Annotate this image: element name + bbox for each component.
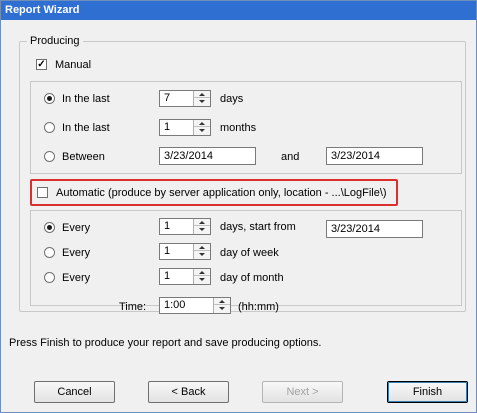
manual-months-unit: months — [220, 122, 257, 134]
between-and-label: and — [281, 151, 300, 163]
auto-every-week-radio[interactable] — [44, 247, 55, 258]
manual-days-value: 7 — [164, 92, 171, 104]
manual-months-value: 1 — [164, 121, 171, 133]
auto-month-spinner[interactable]: 1 — [159, 268, 211, 285]
spin-down-icon[interactable] — [194, 98, 210, 105]
auto-every-week-label: Every — [62, 247, 91, 259]
spin-down-icon[interactable] — [194, 251, 210, 258]
spin-up-icon[interactable] — [194, 244, 210, 251]
auto-days-spinner[interactable]: 1 — [159, 218, 211, 235]
automatic-checkbox[interactable] — [37, 187, 48, 198]
between-from-date-input[interactable]: 3/23/2014 — [159, 147, 256, 165]
manual-days-spinner[interactable]: 7 — [159, 90, 211, 107]
automatic-label: Automatic (produce by server application… — [56, 187, 387, 199]
time-spinner[interactable]: 1:00 — [159, 297, 231, 314]
manual-last-days-radio[interactable] — [44, 93, 55, 104]
spin-up-icon[interactable] — [194, 91, 210, 98]
auto-days-unit: days, start from — [220, 221, 296, 233]
auto-every-days-radio[interactable] — [44, 222, 55, 233]
spin-down-icon[interactable] — [194, 226, 210, 233]
manual-between-radio[interactable] — [44, 151, 55, 162]
auto-every-days-label: Every — [62, 222, 91, 234]
spin-up-icon[interactable] — [194, 120, 210, 127]
producing-legend: Producing — [27, 33, 83, 49]
finish-hint-text: Press Finish to produce your report and … — [9, 337, 322, 349]
cancel-button[interactable]: Cancel — [34, 381, 115, 403]
auto-week-spinner[interactable]: 1 — [159, 243, 211, 260]
auto-days-value: 1 — [164, 220, 171, 232]
time-value: 1:00 — [164, 299, 186, 311]
between-to-date-input[interactable]: 3/23/2014 — [326, 147, 423, 165]
auto-month-value: 1 — [164, 270, 171, 282]
spin-down-icon[interactable] — [214, 305, 230, 312]
time-format: (hh:mm) — [238, 301, 279, 313]
manual-last-days-label: In the last — [62, 93, 110, 105]
auto-every-month-radio[interactable] — [44, 272, 55, 283]
back-button[interactable]: < Back — [148, 381, 229, 403]
report-wizard-window: Report Wizard Producing ✓ Manual In the … — [0, 0, 477, 413]
manual-label: Manual — [55, 59, 92, 71]
time-label: Time: — [119, 301, 147, 313]
finish-button[interactable]: Finish — [387, 381, 468, 403]
auto-week-unit: day of week — [220, 247, 279, 259]
spin-up-icon[interactable] — [194, 219, 210, 226]
manual-days-unit: days — [220, 93, 244, 105]
manual-last-months-label: In the last — [62, 122, 110, 134]
auto-month-unit: day of month — [220, 272, 284, 284]
next-button[interactable]: Next > — [262, 381, 343, 403]
manual-checkbox[interactable]: ✓ — [36, 59, 47, 70]
manual-months-spinner[interactable]: 1 — [159, 119, 211, 136]
auto-every-month-label: Every — [62, 272, 91, 284]
spin-up-icon[interactable] — [194, 269, 210, 276]
manual-last-months-radio[interactable] — [44, 122, 55, 133]
auto-week-value: 1 — [164, 245, 171, 257]
spin-down-icon[interactable] — [194, 127, 210, 134]
spin-down-icon[interactable] — [194, 276, 210, 283]
spin-up-icon[interactable] — [214, 298, 230, 305]
window-title: Report Wizard — [1, 1, 476, 20]
manual-between-label: Between — [62, 151, 105, 163]
auto-start-date-input[interactable]: 3/23/2014 — [326, 220, 423, 238]
